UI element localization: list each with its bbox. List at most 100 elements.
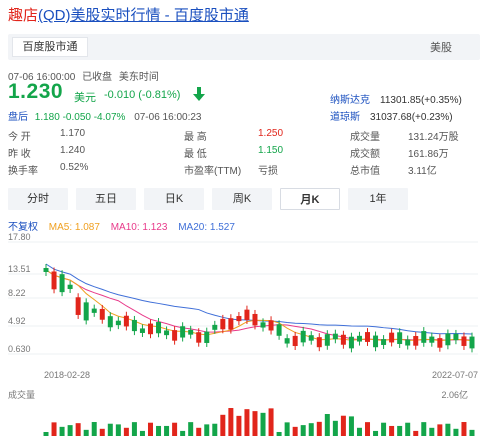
volume-bar <box>284 422 290 436</box>
y-tick-label: 4.92 <box>8 316 26 326</box>
stat-label: 成交量 <box>350 132 380 143</box>
tab-period-weekly[interactable]: 周K <box>212 188 272 210</box>
candle-body <box>316 337 322 348</box>
index-nasdaq[interactable]: 纳斯达克 11301.85(+0.35%) <box>330 91 462 106</box>
candle-body <box>212 324 218 330</box>
volume-bar <box>437 424 443 436</box>
stat-value: 1.240 <box>60 145 86 156</box>
volume-bar <box>356 427 362 436</box>
candle-body <box>156 322 162 334</box>
volume-bar <box>324 414 330 436</box>
postmarket-quote: 1.180 -0.050 -4.07% <box>34 112 126 123</box>
tab-baidu-stock[interactable]: 百度股市通 <box>12 37 88 57</box>
candle-body <box>43 268 49 272</box>
volume-bar <box>421 422 427 436</box>
index-name[interactable]: 纳斯达克 <box>330 95 370 106</box>
candle-body <box>437 338 443 348</box>
ma-legend: 不复权 MA5: 1.087 MA10: 1.123 MA20: 1.527 <box>8 218 243 233</box>
tab-period-daily[interactable]: 日K <box>144 188 204 210</box>
source-tab-bar: 百度股市通 美股 <box>8 34 480 60</box>
volume-bar <box>51 422 57 436</box>
candle-body <box>284 338 290 344</box>
index-value: 11301.85(+0.35%) <box>380 95 462 106</box>
volume-bar <box>365 422 371 436</box>
tab-period-monthly[interactable]: 月K <box>280 188 340 210</box>
candle-body <box>413 336 419 346</box>
candle-body <box>59 274 65 293</box>
stat-label: 市盈率(TTM) <box>184 166 242 177</box>
candle-body <box>131 319 137 332</box>
candle-body <box>99 308 105 320</box>
candle-body <box>405 339 411 346</box>
volume-bar <box>389 425 395 436</box>
kline-chart[interactable]: 17.80 13.51 8.22 4.92 0.630 2018-02-28 2022-07… <box>0 232 486 386</box>
tab-market-us[interactable]: 美股 <box>430 39 452 55</box>
stat-value: 1.250 <box>258 128 284 139</box>
volume-bar <box>373 430 379 436</box>
volume-bar <box>220 414 226 436</box>
volume-bar <box>83 429 89 436</box>
candle-body <box>123 315 129 327</box>
volume-bar <box>75 423 81 436</box>
candle-body <box>397 332 403 344</box>
tab-period-1year[interactable]: 1年 <box>348 188 408 210</box>
page-title[interactable]: 趣店(QD)美股实时行情 - 百度股市通 <box>8 4 249 26</box>
candle-body <box>51 271 57 290</box>
arrow-down-icon <box>193 87 205 101</box>
stat-value: 3.11亿 <box>408 166 437 177</box>
candle-body <box>244 309 250 320</box>
candle-body <box>381 339 387 345</box>
y-tick-label: 8.22 <box>8 288 26 298</box>
stat-prev-close: 昨 收 1.240 <box>8 145 85 160</box>
volume-bar <box>59 426 65 436</box>
volume-bar <box>300 425 306 436</box>
volume-bar <box>156 425 162 436</box>
stat-value: 0.52% <box>60 162 89 173</box>
volume-bar <box>43 432 49 436</box>
candle-body <box>236 316 242 322</box>
volume-bar <box>268 408 274 436</box>
candle-body <box>139 328 145 333</box>
candle-body <box>300 330 306 343</box>
index-name[interactable]: 道琼斯 <box>330 112 360 123</box>
candle-body <box>292 335 298 347</box>
x-tick-label: 2018-02-28 <box>44 370 90 380</box>
candle-body <box>228 318 234 330</box>
title-link[interactable]: (QD)美股实时行情 - 百度股市通 <box>38 7 249 24</box>
candle-body <box>115 320 121 326</box>
volume-chart <box>43 408 475 436</box>
volume-bar <box>260 412 266 436</box>
candle-body <box>164 330 170 336</box>
volume-bar <box>348 416 354 436</box>
candle-body <box>180 326 186 338</box>
stat-pe: 市盈率(TTM) 亏损 <box>184 162 278 177</box>
candle-body <box>461 336 467 346</box>
candle-body <box>348 336 354 349</box>
candle-body <box>332 333 338 340</box>
price-block: 1.230 美元 -0.010 (-0.81%) <box>8 80 205 104</box>
stat-label: 换手率 <box>8 166 38 177</box>
candle-body <box>91 308 97 313</box>
volume-bar <box>204 424 210 436</box>
volume-bar <box>180 430 186 436</box>
stat-value: 1.170 <box>60 128 86 139</box>
volume-bar <box>139 430 145 436</box>
candle-body <box>340 334 346 345</box>
volume-bar <box>445 423 451 436</box>
candle-body <box>107 316 113 328</box>
candle-body <box>260 322 266 328</box>
candle-body <box>204 331 210 343</box>
index-dow[interactable]: 道琼斯 31037.68(+0.23%) <box>330 108 453 123</box>
stat-value: 1.150 <box>258 145 284 156</box>
tab-period-timeshare[interactable]: 分时 <box>8 188 68 210</box>
candle-body <box>196 332 202 343</box>
volume-bar <box>196 427 202 436</box>
y-tick-label: 17.80 <box>8 232 31 242</box>
volume-bar <box>107 423 113 436</box>
last-price: 1.230 <box>8 80 64 103</box>
volume-bar <box>413 430 419 436</box>
volume-bar <box>461 422 467 436</box>
volume-bar <box>228 408 234 436</box>
tab-period-5day[interactable]: 五日 <box>76 188 136 210</box>
postmarket-time: 07-06 16:00:23 <box>134 112 202 123</box>
